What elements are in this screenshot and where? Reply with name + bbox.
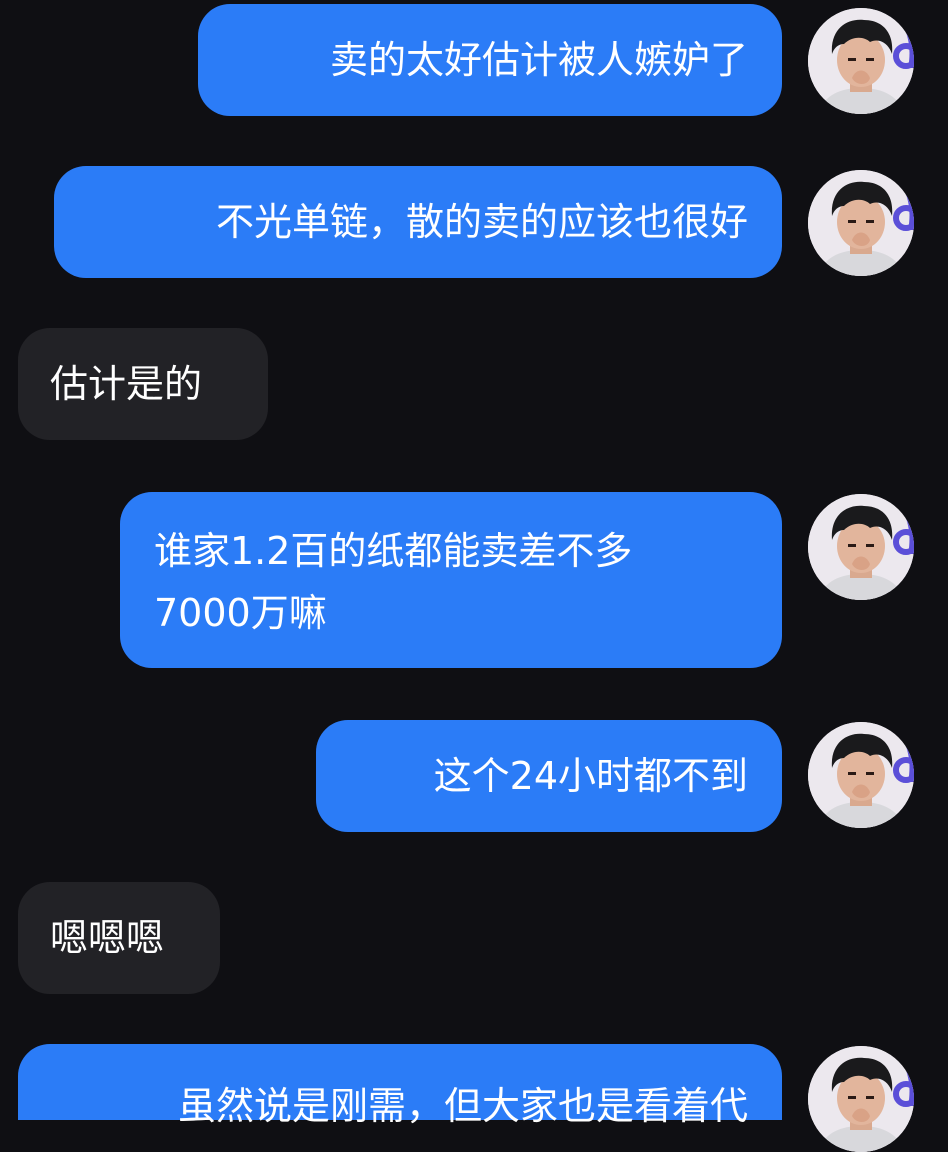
message-bubble-outgoing[interactable]: 这个24小时都不到 bbox=[316, 720, 782, 832]
user-avatar-icon[interactable] bbox=[808, 722, 914, 828]
user-avatar-icon[interactable] bbox=[808, 170, 914, 276]
user-avatar-icon[interactable] bbox=[808, 1046, 914, 1152]
message-text-line: 7000万嘛 bbox=[154, 591, 327, 635]
message-text: 不光单链，散的卖的应该也很好 bbox=[215, 200, 748, 244]
user-avatar-icon[interactable] bbox=[808, 494, 914, 600]
message-text-line: 谁家1.2百的纸都能卖差不多 bbox=[154, 529, 633, 573]
user-avatar-icon[interactable] bbox=[808, 8, 914, 114]
message-bubble-outgoing[interactable]: 虽然说是刚需，但大家也是看着代 bbox=[18, 1044, 782, 1128]
message-text: 卖的太好估计被人嫉妒了 bbox=[329, 38, 748, 82]
message-bubble-incoming[interactable]: 估计是的 bbox=[18, 328, 268, 440]
message-text: 估计是的 bbox=[50, 362, 203, 406]
message-text: 嗯嗯嗯 bbox=[50, 916, 165, 960]
chat-thread: 卖的太好估计被人嫉妒了 不光单链，散的卖的应该也很好 估计是的 谁家1.2百的纸… bbox=[0, 0, 948, 1152]
message-text: 这个24小时都不到 bbox=[433, 754, 748, 798]
message-text: 虽然说是刚需，但大家也是看着代 bbox=[177, 1084, 748, 1128]
message-bubble-outgoing[interactable]: 卖的太好估计被人嫉妒了 bbox=[198, 4, 782, 116]
message-bubble-incoming[interactable]: 嗯嗯嗯 bbox=[18, 882, 220, 994]
message-bubble-outgoing[interactable]: 谁家1.2百的纸都能卖差不多 7000万嘛 bbox=[120, 492, 782, 668]
message-bubble-outgoing[interactable]: 不光单链，散的卖的应该也很好 bbox=[54, 166, 782, 278]
